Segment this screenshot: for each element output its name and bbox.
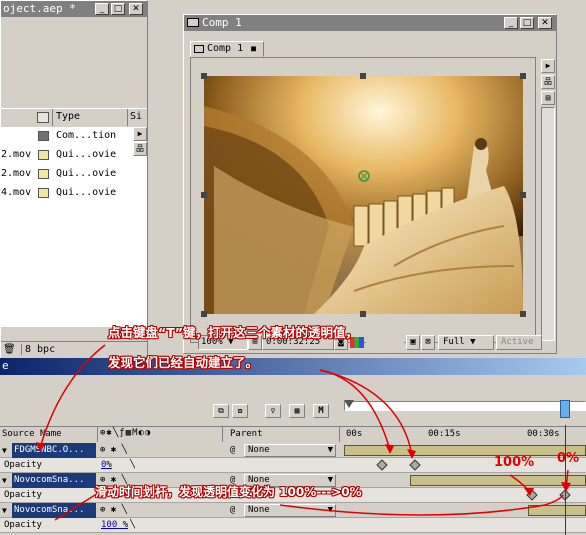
annotation-100-percent: 100% <box>494 455 535 470</box>
annotation-text-2: 发现它们已经自动建立了。 <box>108 355 259 370</box>
annotation-text-3: 滑动时间划杆，发现透明值变化为 100%--->0% <box>95 485 362 499</box>
annotation-text-1: 点击键盘“T”键，打开这三个素材的透明值， <box>108 325 358 340</box>
annotation-0-percent: 0% <box>557 451 580 466</box>
